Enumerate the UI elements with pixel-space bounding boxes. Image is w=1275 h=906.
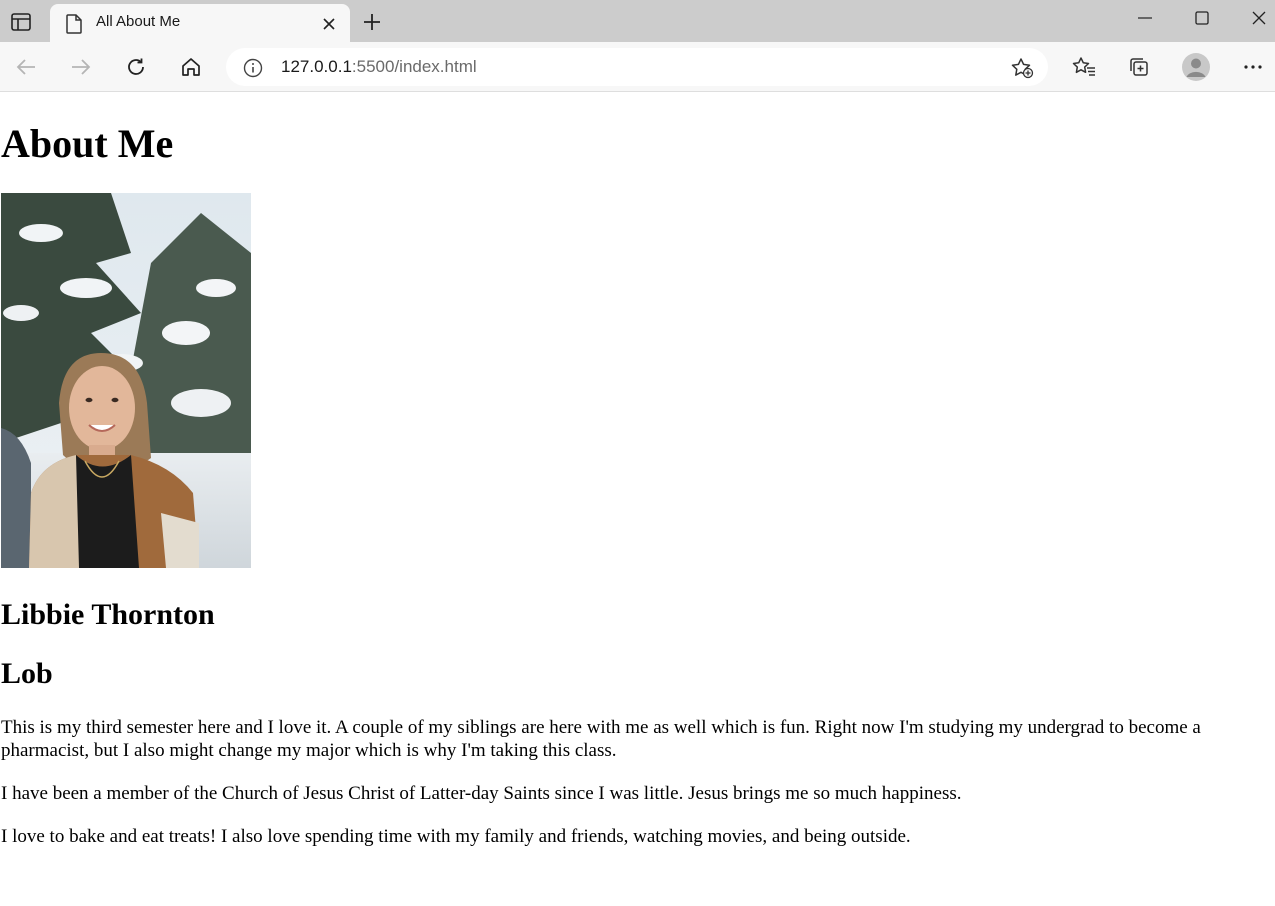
url-path: :5500/index.html [351,57,477,76]
person-nickname: Lob [1,657,53,690]
page-content: About Me Libbie Thornton Lob This is my … [0,93,1275,906]
close-icon[interactable] [318,13,340,35]
tab-title: All About Me [96,13,181,30]
forward-arrow-icon[interactable] [65,52,97,82]
browser-toolbar: 127.0.0.1:5500/index.html [0,42,1275,92]
favorites-icon[interactable] [1068,52,1100,82]
paragraph-faith: I have been a member of the Church of Je… [1,783,962,804]
back-arrow-icon[interactable] [10,52,42,82]
person-name: Libbie Thornton [1,598,215,631]
page-icon [65,14,83,34]
profile-photo [1,193,251,568]
home-icon[interactable] [175,52,207,82]
plus-icon[interactable] [358,8,386,36]
info-icon[interactable] [242,57,264,79]
collections-icon[interactable] [1123,52,1155,82]
url-text: 127.0.0.1:5500/index.html [281,57,477,77]
minimize-icon[interactable] [1116,0,1174,36]
paragraph-hobbies: I love to bake and eat treats! I also lo… [1,826,911,847]
close-window-icon[interactable] [1230,0,1275,36]
paragraph-intro: This is my third semester here and I lov… [1,717,1201,761]
refresh-icon[interactable] [120,52,152,82]
address-bar[interactable]: 127.0.0.1:5500/index.html [226,48,1048,86]
tab-actions-icon[interactable] [6,8,36,36]
tab-active[interactable]: All About Me [50,4,350,42]
url-host: 127.0.0.1 [281,57,352,76]
more-icon[interactable] [1237,52,1269,82]
tab-strip: All About Me [0,0,1275,42]
page-title: About Me [1,121,174,166]
star-plus-icon[interactable] [1008,56,1036,80]
profile-avatar-icon[interactable] [1180,52,1212,82]
maximize-icon[interactable] [1173,0,1231,36]
